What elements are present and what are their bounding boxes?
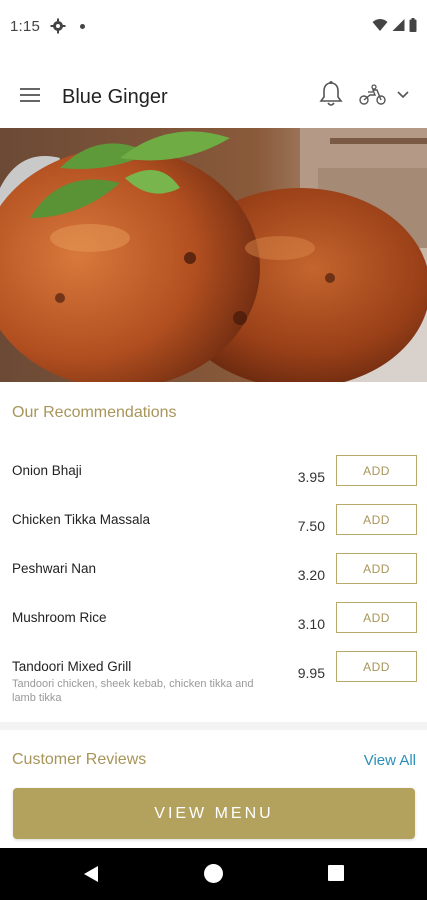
- app-bar: Blue Ginger: [0, 56, 427, 128]
- customer-reviews-title: Customer Reviews: [12, 751, 147, 768]
- menu-item-price: 7.50: [297, 518, 325, 534]
- add-button[interactable]: ADD: [336, 553, 417, 584]
- menu-item-row: Chicken Tikka Massala 7.50 ADD: [0, 504, 427, 556]
- status-time: 1:15: [10, 18, 40, 35]
- menu-item-name: Tandoori Mixed Grill: [12, 659, 132, 674]
- notification-dot-icon: [80, 24, 85, 29]
- menu-item-name: Chicken Tikka Massala: [12, 512, 151, 527]
- menu-item-description: Tandoori chicken, sheek kebab, chicken t…: [12, 678, 254, 704]
- menu-item-price: 9.95: [297, 665, 325, 681]
- wifi-icon: [372, 19, 388, 31]
- menu-icon[interactable]: [18, 86, 42, 104]
- menu-item-row: Onion Bhaji 3.95 ADD: [0, 455, 427, 507]
- delivery-rider-icon[interactable]: [358, 84, 388, 106]
- add-button[interactable]: ADD: [336, 455, 417, 486]
- system-nav-bar: [0, 848, 427, 900]
- menu-item-name: Mushroom Rice: [12, 610, 107, 625]
- add-button[interactable]: ADD: [336, 504, 417, 535]
- chevron-down-icon[interactable]: [396, 90, 410, 100]
- recommendations-title: Our Recommendations: [12, 404, 177, 421]
- menu-item-name: Onion Bhaji: [12, 463, 82, 478]
- page-title: Blue Ginger: [62, 86, 168, 108]
- menu-item-price: 3.95: [297, 469, 325, 485]
- add-button[interactable]: ADD: [336, 651, 417, 682]
- gear-icon: [50, 18, 66, 34]
- recent-apps-icon[interactable]: [328, 865, 344, 881]
- status-bar: 1:15: [0, 0, 427, 56]
- menu-item-price: 3.20: [297, 567, 325, 583]
- menu-item-price: 3.10: [297, 616, 325, 632]
- menu-item-row: Tandoori Mixed Grill Tandoori chicken, s…: [0, 651, 427, 709]
- status-icons: [372, 18, 417, 32]
- battery-icon: [409, 18, 417, 32]
- menu-item-row: Peshwari Nan 3.20 ADD: [0, 553, 427, 605]
- view-menu-button[interactable]: VIEW MENU: [13, 788, 415, 839]
- menu-item-name: Peshwari Nan: [12, 561, 97, 576]
- home-icon[interactable]: [204, 864, 223, 883]
- view-all-link[interactable]: View All: [364, 752, 416, 769]
- signal-icon: [392, 19, 405, 31]
- section-divider: [0, 722, 427, 730]
- back-icon[interactable]: [82, 865, 100, 883]
- bell-icon[interactable]: [318, 80, 344, 108]
- tandoori-chicken-illustration: [0, 128, 427, 382]
- menu-item-row: Mushroom Rice 3.10 ADD: [0, 602, 427, 654]
- add-button[interactable]: ADD: [336, 602, 417, 633]
- hero-food-image: [0, 128, 427, 382]
